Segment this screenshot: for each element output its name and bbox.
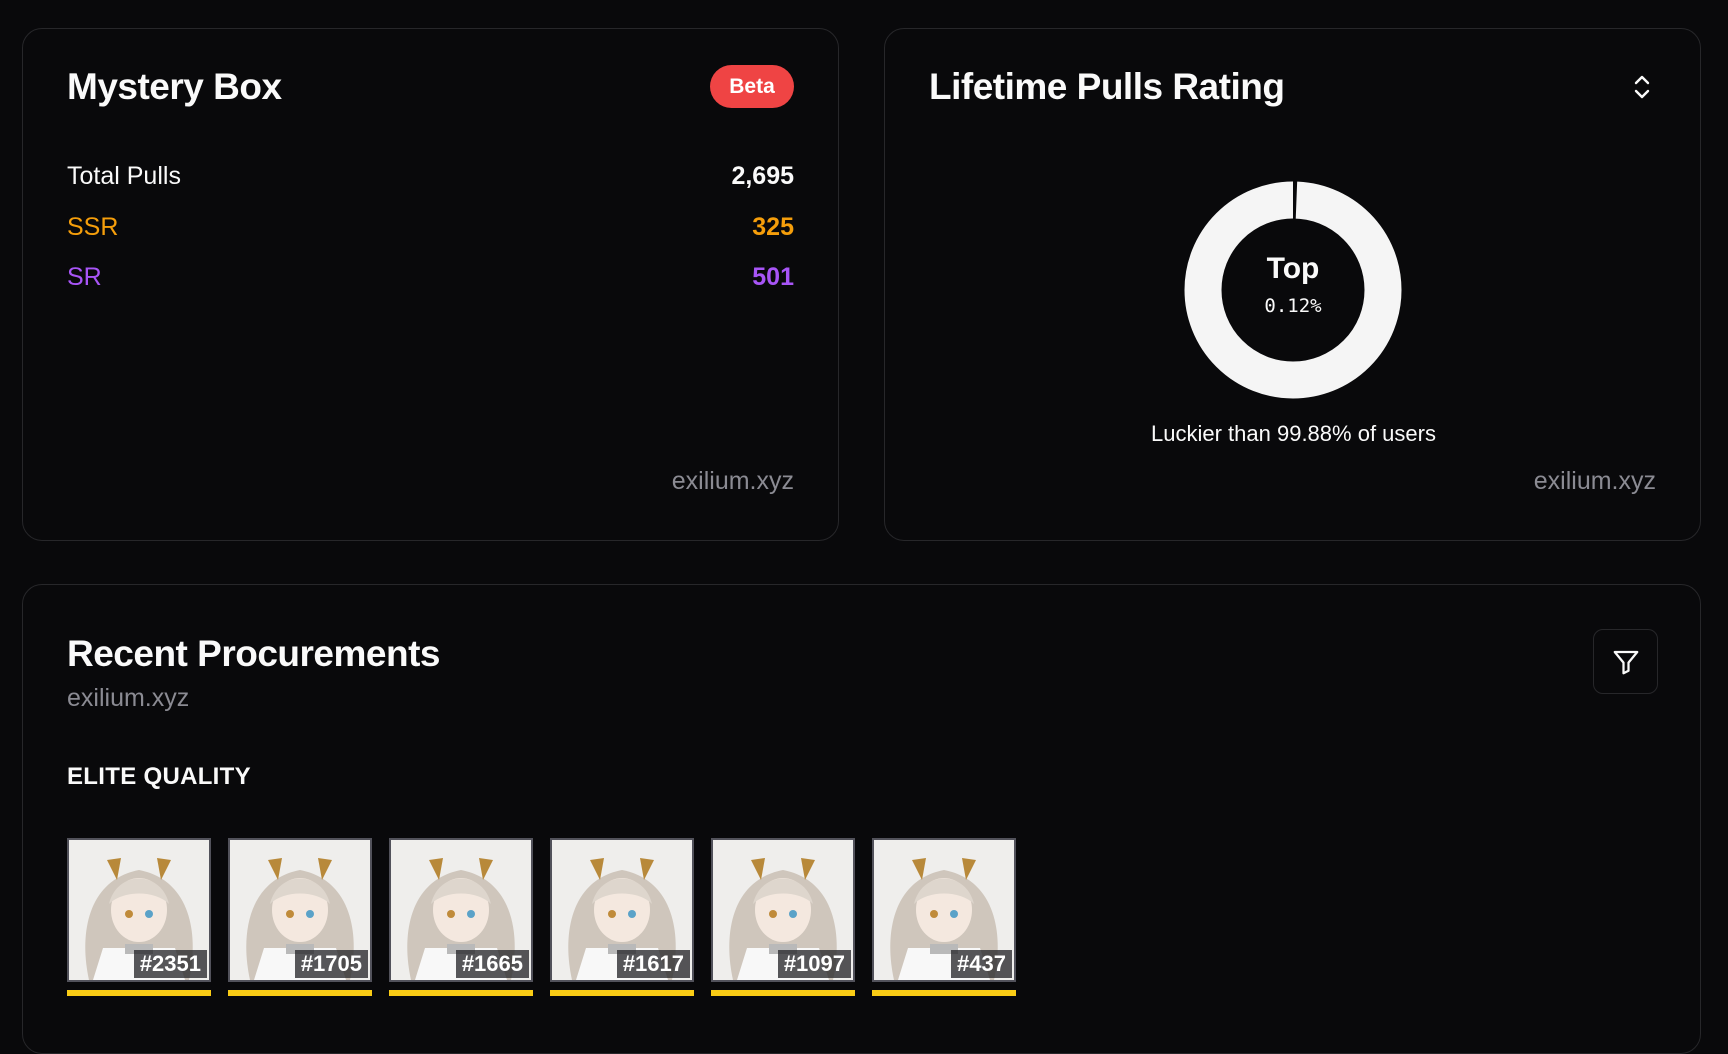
stat-value: 501	[752, 263, 794, 292]
stat-label: SR	[67, 263, 102, 292]
chevron-up-down-icon[interactable]	[1628, 71, 1656, 103]
beta-badge: Beta	[710, 65, 794, 108]
donut-remainder-arc	[1203, 200, 1383, 380]
procurement-item[interactable]: #1617	[550, 838, 694, 996]
lifetime-pulls-rating-card: Lifetime Pulls Rating Top 0.12% Luckier …	[884, 28, 1701, 541]
watermark: exilium.xyz	[1534, 467, 1656, 496]
item-id-tag: #1097	[778, 950, 851, 978]
watermark: exilium.xyz	[672, 467, 794, 496]
quality-bar-elite	[67, 990, 211, 996]
stat-row-ssr: SSR 325	[67, 211, 794, 243]
character-portrait: #2351	[67, 838, 211, 982]
stat-label: SSR	[67, 213, 118, 242]
stat-value: 2,695	[731, 162, 794, 191]
stat-row-sr: SR 501	[67, 261, 794, 293]
procurement-item[interactable]: #437	[872, 838, 1016, 996]
procurement-item[interactable]: #1705	[228, 838, 372, 996]
quality-bar-elite	[228, 990, 372, 996]
stat-row-total-pulls: Total Pulls 2,695	[67, 160, 794, 192]
item-id-tag: #437	[951, 950, 1012, 978]
procurement-grid: #2351 #1705	[67, 838, 1016, 996]
donut-top-label: Top	[1181, 252, 1405, 286]
quality-bar-elite	[711, 990, 855, 996]
quality-bar-elite	[389, 990, 533, 996]
filter-icon	[1611, 647, 1641, 677]
procurement-item[interactable]: #2351	[67, 838, 211, 996]
item-id-tag: #1665	[456, 950, 529, 978]
procurement-item[interactable]: #1097	[711, 838, 855, 996]
character-portrait: #1665	[389, 838, 533, 982]
quality-bar-elite	[550, 990, 694, 996]
character-portrait: #1097	[711, 838, 855, 982]
filter-button[interactable]	[1593, 629, 1658, 694]
item-id-tag: #1705	[295, 950, 368, 978]
section-label-elite-quality: ELITE QUALITY	[67, 763, 251, 791]
recent-title: Recent Procurements	[67, 633, 440, 675]
character-portrait: #1705	[228, 838, 372, 982]
donut-top-percent: 0.12%	[1181, 295, 1405, 317]
procurement-item[interactable]: #1665	[389, 838, 533, 996]
stat-label: Total Pulls	[67, 162, 181, 191]
item-id-tag: #2351	[134, 950, 207, 978]
item-id-tag: #1617	[617, 950, 690, 978]
character-portrait: #1617	[550, 838, 694, 982]
recent-subtitle: exilium.xyz	[67, 684, 189, 713]
recent-procurements-card: Recent Procurements exilium.xyz ELITE QU…	[22, 584, 1701, 1054]
mystery-box-title: Mystery Box	[67, 66, 282, 108]
stat-value: 325	[752, 213, 794, 242]
quality-bar-elite	[872, 990, 1016, 996]
mystery-box-card: Mystery Box Beta Total Pulls 2,695 SSR 3…	[22, 28, 839, 541]
rating-title: Lifetime Pulls Rating	[929, 66, 1284, 108]
character-portrait: #437	[872, 838, 1016, 982]
rating-donut: Top 0.12%	[1181, 178, 1405, 402]
luck-text: Luckier than 99.88% of users	[885, 421, 1702, 447]
